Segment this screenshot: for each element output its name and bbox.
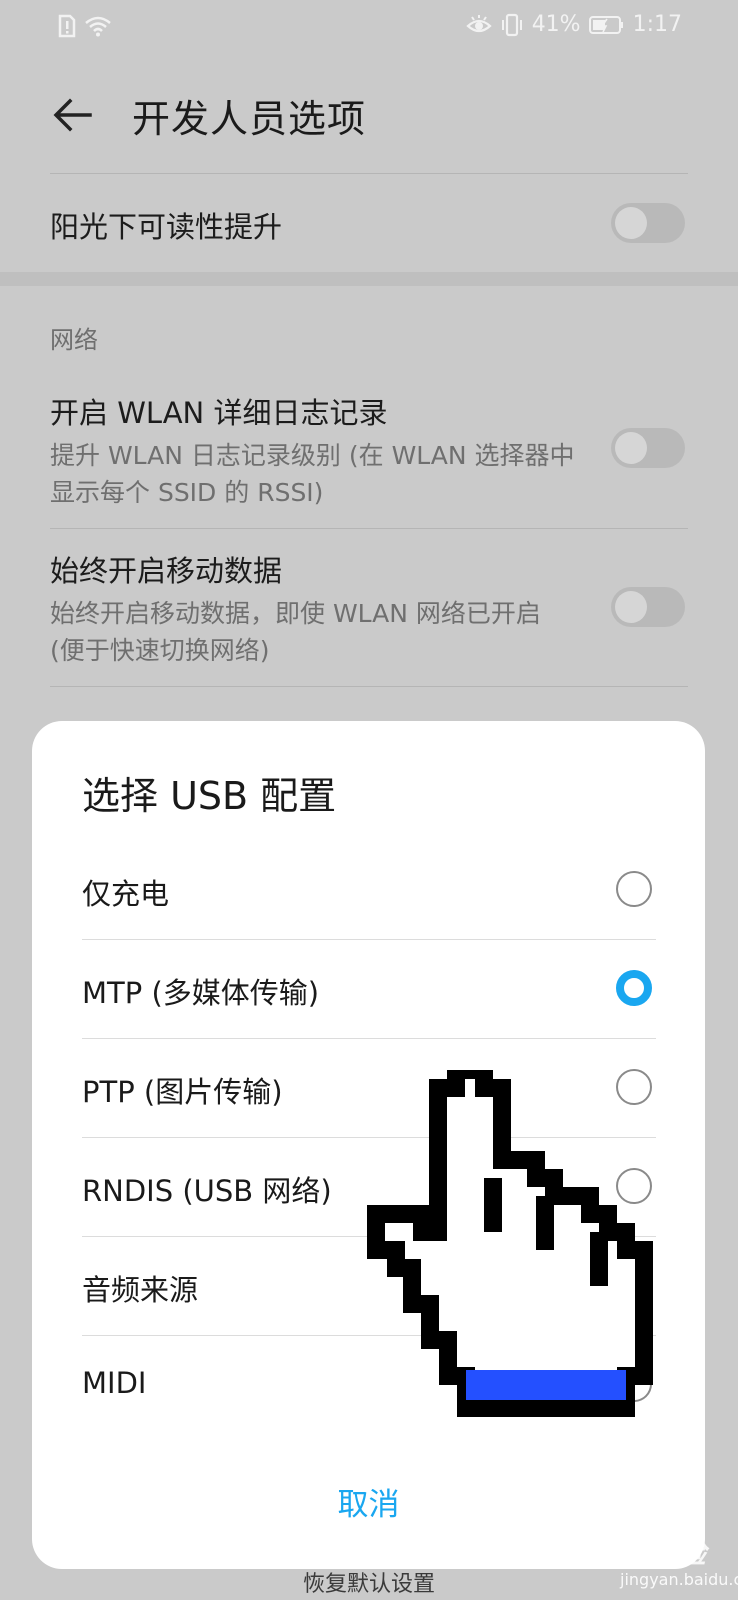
- option-label: 仅充电: [82, 877, 170, 911]
- sim-alert-icon: [58, 14, 76, 38]
- option-label: RNDIS (USB 网络): [82, 1174, 332, 1208]
- battery-percent: 41%: [531, 12, 581, 37]
- divider: [50, 686, 688, 687]
- wlan-logging-toggle[interactable]: [611, 428, 685, 468]
- page-title: 开发人员选项: [132, 97, 367, 141]
- vibrate-icon: [501, 13, 522, 36]
- option-label: 音频来源: [82, 1273, 199, 1307]
- radio-button[interactable]: [616, 871, 652, 907]
- setting-sunlight-title: 阳光下可读性提升: [50, 210, 283, 244]
- divider: [50, 173, 688, 174]
- status-bar: 41% 1:17: [0, 0, 738, 56]
- setting-wlan-logging-subtitle: 提升 WLAN 日志记录级别 (在 WLAN 选择器中显示每个 SSID 的 R…: [50, 441, 575, 507]
- status-right: 41% 1:17: [466, 12, 682, 37]
- section-separator: [0, 272, 738, 286]
- option-charge-only[interactable]: 仅充电: [82, 841, 656, 940]
- section-label-network: 网络: [50, 326, 98, 354]
- toggle-knob: [615, 591, 647, 623]
- screen: 41% 1:17 开发人员选项 阳光下可读性提升 网络 开启 WLAN 详细日志…: [0, 0, 738, 1600]
- app-header: 开发人员选项: [0, 70, 738, 170]
- sunlight-toggle[interactable]: [611, 203, 685, 243]
- option-label: PTP (图片传输): [82, 1075, 283, 1109]
- wifi-icon: [85, 16, 111, 37]
- setting-mobile-data-title: 始终开启移动数据: [50, 554, 283, 588]
- clock: 1:17: [632, 12, 682, 37]
- arrow-back-icon: [53, 98, 92, 132]
- toggle-knob: [615, 207, 647, 239]
- option-label: MTP (多媒体传输): [82, 976, 320, 1010]
- watermark-logo: Baidu经验: [560, 1537, 706, 1570]
- back-button[interactable]: [48, 90, 98, 140]
- hand-pointer-icon: [367, 1070, 653, 1417]
- cancel-button[interactable]: 取消: [32, 1479, 705, 1524]
- toggle-knob: [615, 432, 647, 464]
- watermark-url: jingyan.baidu.com: [620, 1570, 738, 1589]
- option-label: MIDI: [82, 1366, 147, 1400]
- battery-icon: [588, 15, 623, 34]
- option-mtp[interactable]: MTP (多媒体传输): [82, 940, 656, 1039]
- setting-wlan-logging-title: 开启 WLAN 详细日志记录: [50, 396, 388, 430]
- dialog-title: 选择 USB 配置: [82, 774, 337, 818]
- setting-mobile-data-subtitle: 始终开启移动数据，即使 WLAN 网络已开启 (便于快速切换网络): [50, 599, 541, 665]
- mobile-data-toggle[interactable]: [611, 587, 685, 627]
- radio-button-selected[interactable]: [616, 970, 652, 1006]
- divider: [50, 528, 688, 529]
- eye-comfort-icon: [466, 14, 492, 32]
- status-left: [58, 14, 112, 38]
